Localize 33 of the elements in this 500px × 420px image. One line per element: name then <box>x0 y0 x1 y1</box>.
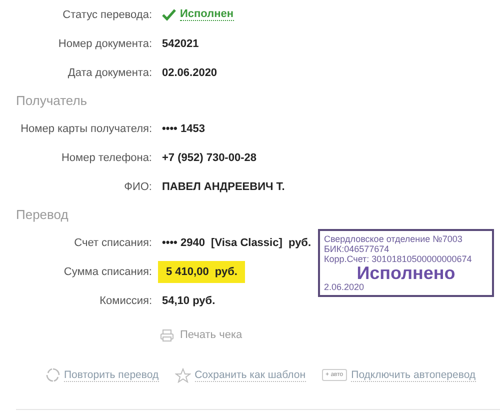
action-link[interactable]: Сохранить как шаблон <box>194 368 306 382</box>
print-receipt-link[interactable]: Печать чека <box>180 329 242 341</box>
field-label: Номер карты получателя: <box>20 122 152 134</box>
action-link[interactable]: Подключить автоперевод <box>351 368 476 382</box>
field-value: ПАВЕЛ АНДРЕЕВИЧ Т. <box>162 180 285 192</box>
stamp-title: Исполнено <box>356 264 456 282</box>
star-icon <box>174 368 191 382</box>
check-icon <box>162 8 176 20</box>
field-label: Номер документа: <box>57 38 152 50</box>
stamp-text: Корр.Счет: 30101810500000000674 <box>324 254 472 264</box>
field-label: Статус перевода: <box>62 8 152 20</box>
stamp-text: Свердловское отделение №7003 <box>324 234 462 244</box>
field-label: Сумма списания: <box>62 266 152 278</box>
field-value: •••• 1453 <box>162 122 205 134</box>
amount-value: 5 410,00 руб. <box>158 260 246 282</box>
stamp-date: 2.06.2020 <box>324 282 364 292</box>
printer-icon <box>160 328 174 342</box>
field-value: +7 (952) 730-00-28 <box>162 152 256 164</box>
field-label: Номер телефона: <box>60 152 152 164</box>
field-value: •••• 2940 [Visa Classic] руб. <box>162 236 312 248</box>
status-value: Исполнен <box>180 8 234 21</box>
stamp-text: БИК:046577674 <box>324 244 390 254</box>
field-value: 54,10 руб. <box>162 294 216 306</box>
field-label: Комиссия: <box>98 294 152 306</box>
field-label: ФИО: <box>123 180 152 192</box>
refresh-icon <box>46 368 60 382</box>
section-title: Получатель <box>16 92 88 110</box>
field-value: 542021 <box>162 38 199 50</box>
field-label: Счет списания: <box>73 236 152 248</box>
action-link[interactable]: Повторить перевод <box>64 368 159 382</box>
section-title: Перевод <box>16 206 70 224</box>
field-value: 02.06.2020 <box>162 66 218 78</box>
field-label: Дата документа: <box>66 66 152 78</box>
